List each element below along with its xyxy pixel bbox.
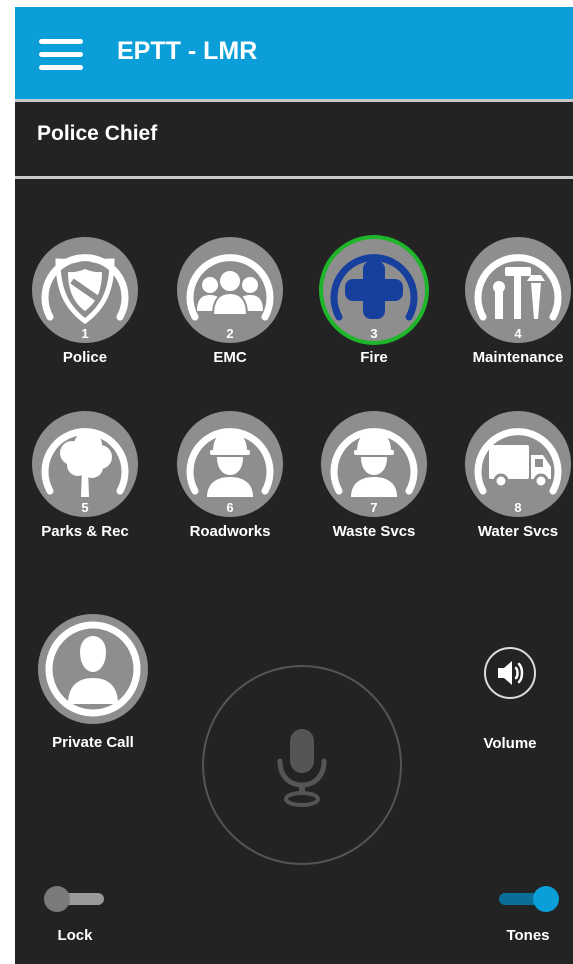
lock-label: Lock: [57, 927, 93, 944]
tones-toggle[interactable]: Tones: [493, 886, 563, 944]
page-title: Police Chief: [37, 122, 158, 145]
talkgroup-number: 7: [370, 500, 377, 515]
talkgroup-police[interactable]: 1 Police: [29, 237, 141, 366]
tree-icon: 5: [32, 411, 138, 517]
microphone-icon: [277, 729, 327, 807]
push-to-talk-button[interactable]: [202, 665, 402, 865]
talkgroup-emc[interactable]: 2 EMC: [174, 237, 286, 366]
tones-switch-knob[interactable]: [533, 886, 559, 912]
talkgroup-label: Roadworks: [189, 523, 271, 540]
talkgroup-water-svcs[interactable]: 8 Water Svcs: [462, 411, 573, 540]
hardhat-worker-icon: 7: [321, 411, 427, 517]
person-icon: [38, 614, 148, 724]
group-icon: 2: [177, 237, 283, 343]
hardhat-worker-icon: 6: [177, 411, 283, 517]
talkgroup-label: Water Svcs: [477, 523, 559, 540]
talkgroup-number: 4: [514, 326, 522, 341]
app-title: EPTT - LMR: [117, 37, 258, 65]
volume-control[interactable]: Volume: [470, 647, 550, 752]
talkgroup-waste-svcs[interactable]: 7 Waste Svcs: [318, 411, 430, 540]
tools-icon: 4: [465, 237, 571, 343]
subheader: Police Chief: [15, 102, 573, 176]
private-call-label: Private Call: [52, 734, 134, 751]
talkgroup-label: EMC: [213, 349, 247, 366]
app-bar: EPTT - LMR: [15, 7, 573, 99]
talkgroup-number: 2: [226, 326, 233, 341]
truck-icon: 8: [465, 411, 571, 517]
app-screen: EPTT - LMR Police Chief 1 Police 2 EMC 3…: [15, 7, 573, 964]
talkgroup-roadworks[interactable]: 6 Roadworks: [174, 411, 286, 540]
speaker-icon[interactable]: [484, 647, 536, 699]
shield-icon: 1: [32, 237, 138, 343]
tones-label: Tones: [506, 927, 550, 944]
talkgroup-fire[interactable]: 3 Fire: [318, 235, 430, 366]
talkgroup-label: Waste Svcs: [332, 523, 416, 540]
menu-icon[interactable]: [39, 39, 83, 71]
subheader-divider: [15, 176, 573, 179]
lock-switch-knob[interactable]: [44, 886, 70, 912]
volume-label: Volume: [483, 735, 537, 752]
talkgroup-number: 3: [370, 326, 377, 341]
talkgroup-maintenance[interactable]: 4 Maintenance: [462, 237, 573, 366]
talkgroup-number: 5: [81, 500, 88, 515]
lock-switch-track[interactable]: [44, 886, 104, 912]
talkgroup-label: Fire: [360, 349, 388, 366]
medical-cross-icon: 3: [319, 235, 429, 345]
talkgroup-number: 6: [226, 500, 233, 515]
talkgroup-label: Maintenance: [472, 349, 564, 366]
private-call-button[interactable]: Private Call: [33, 614, 153, 751]
talkgroup-number: 1: [81, 326, 88, 341]
talkgroup-parks-rec[interactable]: 5 Parks & Rec: [29, 411, 141, 540]
talkgroup-number: 8: [514, 500, 521, 515]
talkgroup-label: Parks & Rec: [41, 523, 129, 540]
lock-toggle[interactable]: Lock: [43, 886, 107, 944]
tones-switch-track[interactable]: [499, 886, 559, 912]
talkgroup-label: Police: [62, 349, 108, 366]
